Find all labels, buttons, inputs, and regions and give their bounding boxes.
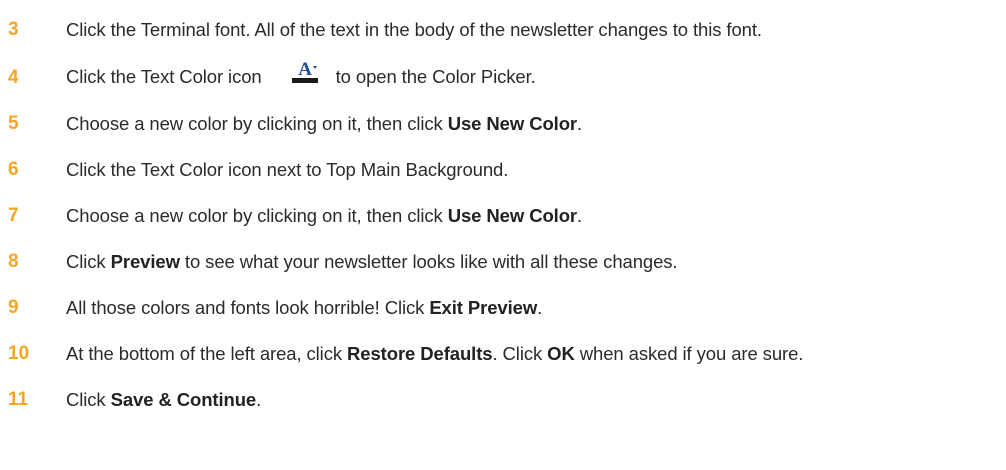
step-text-bold: Use New Color xyxy=(447,113,577,134)
step-5: 5 Choose a new color by clicking on it, … xyxy=(0,109,1006,139)
step-text: All those colors and fonts look horrible… xyxy=(66,297,542,319)
step-number: 6 xyxy=(8,159,19,180)
step-text-before: Click xyxy=(66,389,111,410)
step-text-after: . xyxy=(577,205,583,226)
step-text: Click the Text Color icon A to open the … xyxy=(66,60,536,91)
step-4: 4 Click the Text Color icon A to open th… xyxy=(0,60,1006,93)
step-text: Choose a new color by clicking on it, th… xyxy=(66,113,582,135)
step-text-after: to see what your newsletter looks like w… xyxy=(179,251,678,272)
step-text-middle: . Click xyxy=(492,343,548,364)
step-7: 7 Choose a new color by clicking on it, … xyxy=(0,201,1006,231)
step-text-before: Choose a new color by clicking on it, th… xyxy=(66,113,448,134)
step-number: 5 xyxy=(8,113,19,134)
step-number: 9 xyxy=(8,297,19,318)
step-text-bold: Use New Color xyxy=(447,205,577,226)
step-text: Click Save & Continue. xyxy=(66,389,261,411)
step-text-before: Click the Text Color icon xyxy=(66,65,262,87)
step-text-bold: Save & Continue xyxy=(110,389,257,410)
step-text-after: when asked if you are sure. xyxy=(574,343,804,364)
step-number: 8 xyxy=(8,251,19,272)
step-number: 11 xyxy=(8,389,29,410)
step-text-before: At the bottom of the left area, click xyxy=(66,343,348,364)
instruction-steps: 3 Click the Terminal font. All of the te… xyxy=(0,0,1006,470)
step-text-before: Click xyxy=(66,251,111,272)
step-number: 10 xyxy=(8,343,30,364)
step-text-before: All those colors and fonts look horrible… xyxy=(66,297,430,318)
step-10: 10 At the bottom of the left area, click… xyxy=(0,339,1006,369)
step-text-after: . xyxy=(577,113,583,134)
step-text: Click Preview to see what your newslette… xyxy=(66,251,678,273)
step-8: 8 Click Preview to see what your newslet… xyxy=(0,247,1006,277)
step-text-bold: Restore Defaults xyxy=(347,343,493,364)
step-11: 11 Click Save & Continue. xyxy=(0,385,1006,415)
step-text: Choose a new color by clicking on it, th… xyxy=(66,205,582,227)
step-text: At the bottom of the left area, click Re… xyxy=(66,343,803,365)
step-text-content: Click the Text Color icon next to Top Ma… xyxy=(66,159,509,180)
step-text: Click the Text Color icon next to Top Ma… xyxy=(66,159,508,181)
step-3: 3 Click the Terminal font. All of the te… xyxy=(0,15,1006,45)
step-text-bold: Preview xyxy=(110,251,180,272)
step-9: 9 All those colors and fonts look horrib… xyxy=(0,293,1006,323)
step-text-after: . xyxy=(256,389,262,410)
step-text: Click the Terminal font. All of the text… xyxy=(66,19,762,41)
step-text-after: to open the Color Picker. xyxy=(335,65,536,87)
step-text-bold: Exit Preview xyxy=(429,297,538,318)
svg-text:A: A xyxy=(298,60,312,80)
step-text-after: . xyxy=(537,297,543,318)
step-number: 4 xyxy=(8,67,19,88)
text-color-icon: A xyxy=(288,60,322,86)
step-number: 3 xyxy=(8,19,19,40)
step-text-content: Click the Terminal font. All of the text… xyxy=(66,19,762,40)
step-text-before: Choose a new color by clicking on it, th… xyxy=(66,205,448,226)
step-6: 6 Click the Text Color icon next to Top … xyxy=(0,155,1006,185)
step-number: 7 xyxy=(8,205,19,226)
step-text-bold-2: OK xyxy=(547,343,575,364)
